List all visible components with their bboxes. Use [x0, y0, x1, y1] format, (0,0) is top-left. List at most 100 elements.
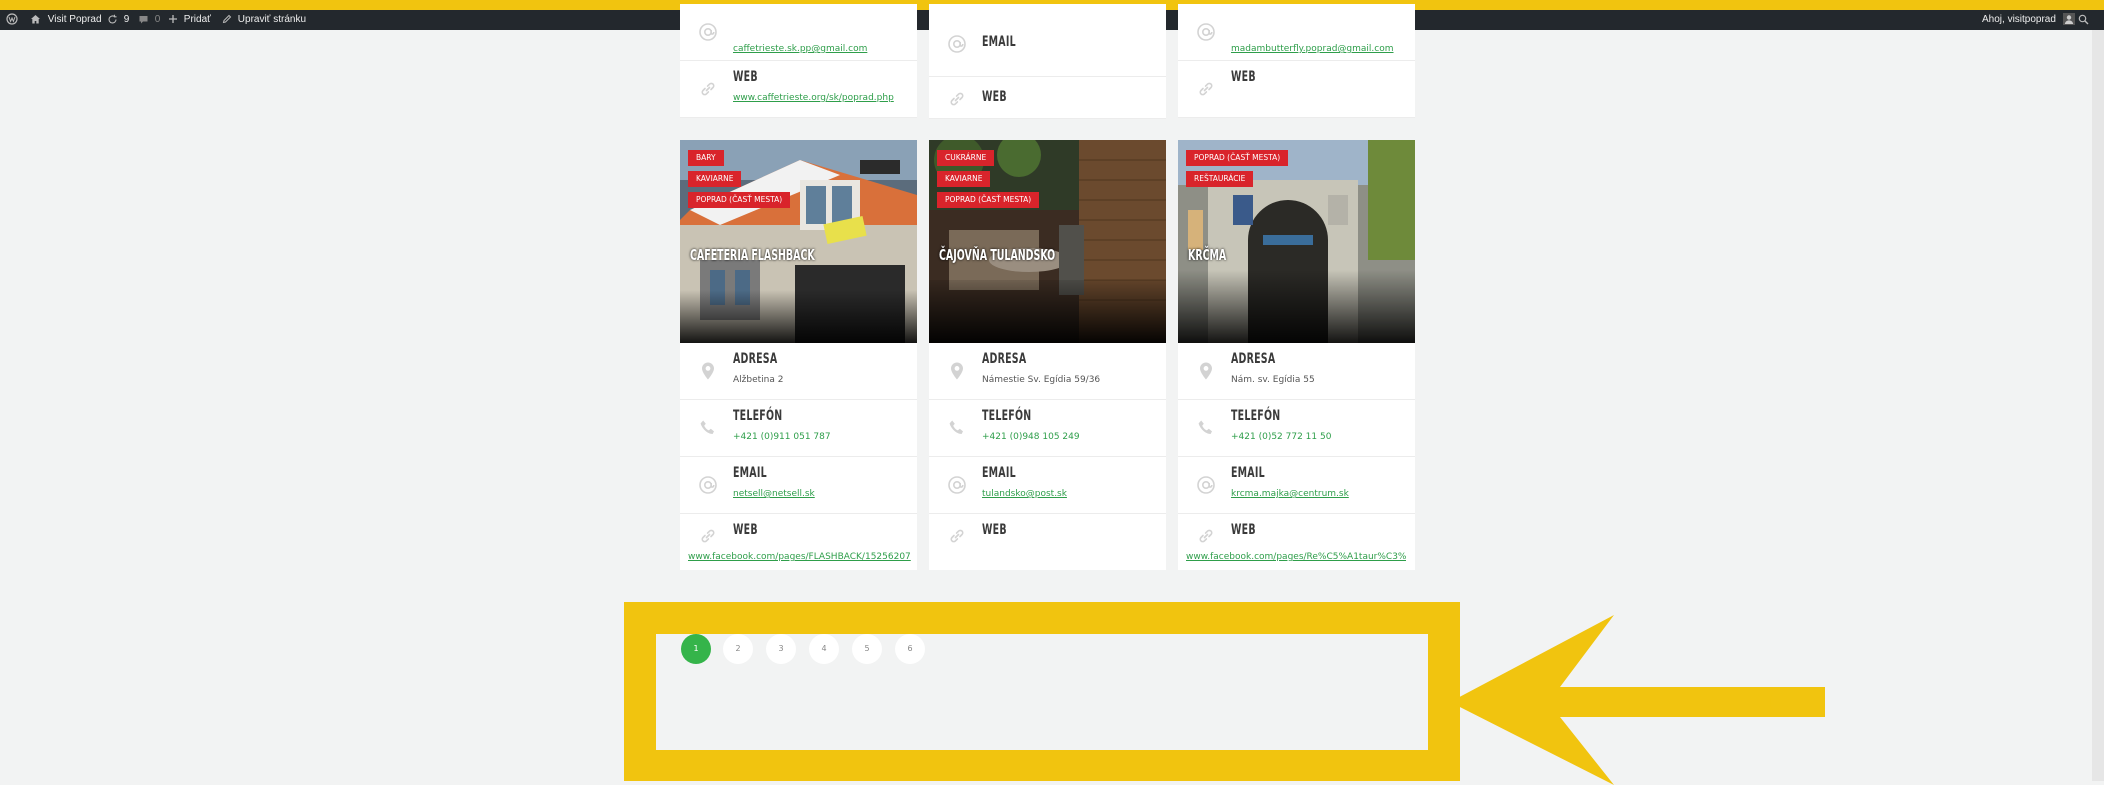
email-label: EMAIL [982, 465, 1016, 481]
email-icon [947, 34, 967, 54]
web-label: WEB [982, 522, 1007, 538]
link-icon [947, 526, 967, 546]
phone-icon [1196, 418, 1216, 438]
address-row: ADRESA Nám. sv. Egídia 55 [1178, 343, 1415, 400]
web-link[interactable]: www.caffetrieste.org/sk/poprad.php [733, 93, 894, 103]
wordpress-logo-icon[interactable] [6, 10, 18, 30]
listing-card-flashback: BARY KAVIARNE POPRAD (ČASŤ MESTA) CAFETE… [680, 140, 917, 570]
updates-count: 9 [123, 14, 130, 25]
web-label: WEB [1231, 522, 1256, 538]
listing-card-top-2: EMAIL WEB [929, 4, 1166, 119]
email-row: caffetrieste.sk.pp@gmail.com [680, 4, 917, 61]
email-row: EMAIL [929, 4, 1166, 77]
email-row: madambutterfly.poprad@gmail.com [1178, 4, 1415, 61]
web-link[interactable]: www.facebook.com/pages/FLASHBACK/1525620… [688, 552, 911, 562]
phone-value[interactable]: +421 (0)911 051 787 [733, 432, 831, 442]
listing-photo[interactable]: CUKRÁRNE KAVIARNE POPRAD (ČASŤ MESTA) ČA… [929, 140, 1166, 343]
page-scrollbar[interactable] [2092, 30, 2104, 781]
link-icon [698, 526, 718, 546]
web-row: WEB [929, 77, 1166, 119]
listing-card-top-1: caffetrieste.sk.pp@gmail.com WEB www.caf… [680, 4, 917, 118]
listing-card-krcma: POPRAD (ČASŤ MESTA) REŠTAURÁCIE KRČMA AD… [1178, 140, 1415, 570]
address-label: ADRESA [1231, 351, 1276, 367]
listing-title[interactable]: CAFETERIA FLASHBACK [690, 246, 815, 264]
edit-label: Upraviť stránku [237, 14, 306, 25]
location-pin-icon [947, 361, 967, 381]
phone-value[interactable]: +421 (0)948 105 249 [982, 432, 1080, 442]
address-label: ADRESA [982, 351, 1027, 367]
link-icon [947, 89, 967, 109]
address-value: Nám. sv. Egídia 55 [1231, 375, 1315, 385]
listing-title[interactable]: ČAJOVŇA TULANDSKO [939, 246, 1055, 264]
category-tag[interactable]: BARY [688, 150, 724, 166]
edit-page-link[interactable]: Upraviť stránku [222, 10, 306, 30]
new-content-link[interactable]: Pridať [168, 10, 211, 30]
category-tag[interactable]: KAVIARNE [937, 171, 991, 187]
comments-count: 0 [154, 14, 161, 25]
link-icon [1196, 526, 1216, 546]
category-tag[interactable]: REŠTAURÁCIE [1186, 171, 1254, 187]
annotation-arrow-icon [1450, 615, 1825, 785]
email-icon [698, 22, 718, 42]
pencil-icon [222, 15, 232, 24]
listing-photo[interactable]: POPRAD (ČASŤ MESTA) REŠTAURÁCIE KRČMA [1178, 140, 1415, 343]
category-tag[interactable]: POPRAD (ČASŤ MESTA) [937, 192, 1040, 208]
email-link[interactable]: tulandsko@post.sk [982, 489, 1067, 499]
new-label: Pridať [183, 14, 211, 25]
email-row: EMAIL tulandsko@post.sk [929, 457, 1166, 514]
category-tag[interactable]: KAVIARNE [688, 171, 742, 187]
account-menu[interactable]: Ahoj, visitpoprad [1982, 10, 2075, 30]
web-label: WEB [733, 522, 758, 538]
site-home-link[interactable]: Visit Poprad [30, 10, 102, 30]
address-row: ADRESA Námestie Sv. Egídia 59/36 [929, 343, 1166, 400]
web-label: WEB [982, 89, 1007, 105]
link-icon [1196, 79, 1216, 99]
refresh-icon [108, 14, 117, 24]
email-label: EMAIL [733, 465, 767, 481]
category-tag[interactable]: POPRAD (ČASŤ MESTA) [1186, 150, 1289, 166]
web-row: WEB www.facebook.com/pages/Re%C5%A1taur%… [1178, 514, 1415, 570]
site-name: Visit Poprad [47, 14, 102, 25]
web-row: WEB [929, 514, 1166, 570]
email-link[interactable]: madambutterfly.poprad@gmail.com [1231, 44, 1394, 54]
listing-card-top-3: madambutterfly.poprad@gmail.com WEB [1178, 4, 1415, 118]
email-link[interactable]: netsell@netsell.sk [733, 489, 815, 499]
email-icon [1196, 22, 1216, 42]
email-icon [698, 475, 718, 495]
email-row: EMAIL netsell@netsell.sk [680, 457, 917, 514]
page-4-button[interactable]: 4 [809, 634, 839, 664]
search-icon[interactable] [2078, 10, 2089, 30]
web-label: WEB [1231, 69, 1256, 85]
email-link[interactable]: caffetrieste.sk.pp@gmail.com [733, 44, 867, 54]
comments-link[interactable]: 0 [138, 10, 160, 30]
link-icon [698, 79, 718, 99]
web-row: WEB www.caffetrieste.org/sk/poprad.php [680, 61, 917, 118]
address-label: ADRESA [733, 351, 778, 367]
phone-label: TELEFÓN [1231, 408, 1281, 424]
phone-value[interactable]: +421 (0)52 772 11 50 [1231, 432, 1331, 442]
location-pin-icon [698, 361, 718, 381]
web-row: WEB [1178, 61, 1415, 118]
page-3-button[interactable]: 3 [766, 634, 796, 664]
page-5-button[interactable]: 5 [852, 634, 882, 664]
email-link[interactable]: krcma.majka@centrum.sk [1231, 489, 1349, 499]
listing-title[interactable]: KRČMA [1188, 246, 1226, 264]
web-link[interactable]: www.facebook.com/pages/Re%C5%A1taur%C3% [1186, 552, 1406, 562]
address-value: Alžbetina 2 [733, 375, 784, 385]
address-value: Námestie Sv. Egídia 59/36 [982, 375, 1101, 385]
web-row: WEB www.facebook.com/pages/FLASHBACK/152… [680, 514, 917, 570]
page-1-button[interactable]: 1 [681, 634, 711, 664]
category-tag[interactable]: POPRAD (ČASŤ MESTA) [688, 192, 791, 208]
greeting: Ahoj, visitpoprad [1982, 14, 2056, 25]
updates-link[interactable]: 9 [107, 10, 129, 30]
listing-photo[interactable]: BARY KAVIARNE POPRAD (ČASŤ MESTA) CAFETE… [680, 140, 917, 343]
phone-label: TELEFÓN [982, 408, 1032, 424]
web-label: WEB [733, 69, 758, 85]
page-2-button[interactable]: 2 [723, 634, 753, 664]
page-6-button[interactable]: 6 [895, 634, 925, 664]
email-icon [947, 475, 967, 495]
location-pin-icon [1196, 361, 1216, 381]
listing-card-tulandsko: CUKRÁRNE KAVIARNE POPRAD (ČASŤ MESTA) ČA… [929, 140, 1166, 570]
comment-icon [139, 15, 148, 24]
category-tag[interactable]: CUKRÁRNE [937, 150, 995, 166]
